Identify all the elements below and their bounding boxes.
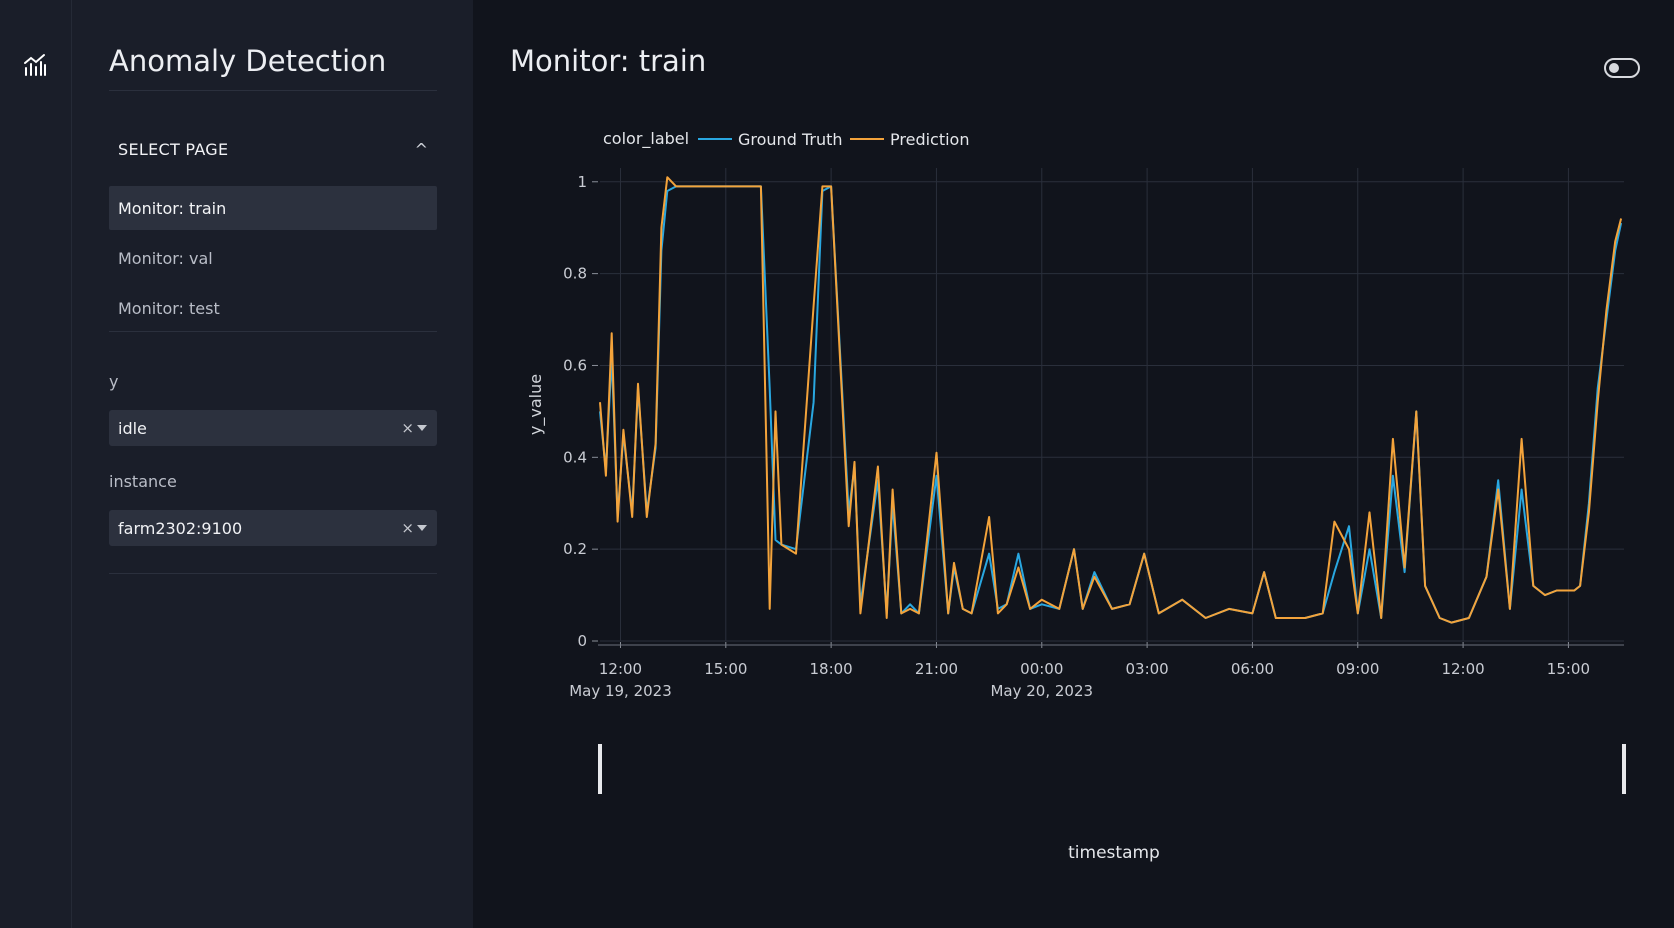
legend-title: color_label [603,129,689,149]
series-line-ground-truth [599,185,1623,624]
x-tick-label: 03:00 [1125,660,1168,678]
y-tick-label: 0.6 [563,356,587,374]
x-tick-label: 12:00 [599,660,642,678]
legend-item: Ground Truth [738,130,843,149]
legend-item: Prediction [890,130,969,149]
x-tick-label: 12:00 [1441,660,1484,678]
y-tick-label: 0.4 [563,448,587,466]
y-tick-label: 0.2 [563,540,587,558]
x-tick-label: 21:00 [915,660,958,678]
x-tick-label: 15:00 [1547,660,1590,678]
x-tick-label: 15:00 [704,660,747,678]
x-tick-sublabel: May 19, 2023 [569,682,672,700]
x-axis-title: timestamp [1068,843,1160,863]
x-tick-label: 09:00 [1336,660,1379,678]
x-tick-label: 18:00 [810,660,853,678]
series-line-prediction [599,176,1623,624]
y-tick-label: 0 [577,632,587,650]
y-tick-label: 0.8 [563,265,587,283]
x-tick-label: 06:00 [1231,660,1274,678]
y-tick-label: 1 [577,173,587,191]
x-tick-sublabel: May 20, 2023 [990,682,1093,700]
line-chart: 0 0.2 0.4 0.6 0.8 1 12:00 May 19, 2023 15:00 18:0… [526,129,1626,863]
x-tick-label: 00:00 [1020,660,1063,678]
y-axis-title: y_value [526,374,546,435]
